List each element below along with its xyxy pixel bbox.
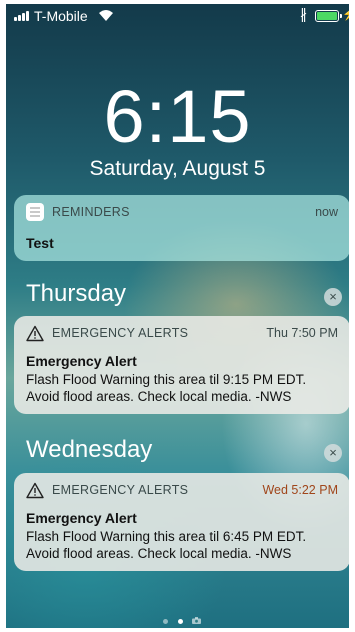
- notification-app-name: EMERGENCY ALERTS: [52, 326, 189, 340]
- notification-title: Test: [26, 235, 54, 251]
- notification-time: Thu 7:50 PM: [266, 326, 338, 340]
- warning-triangle-icon: [26, 482, 44, 499]
- notification-title: Emergency Alert: [26, 353, 137, 369]
- notification-header: EMERGENCY ALERTS Thu 7:50 PM: [26, 325, 338, 343]
- page-dot-active: [178, 619, 183, 624]
- notification-header: EMERGENCY ALERTS Wed 5:22 PM: [26, 482, 338, 500]
- warning-triangle-icon: [26, 325, 44, 342]
- page-indicator[interactable]: [6, 616, 349, 626]
- notification-app-name: EMERGENCY ALERTS: [52, 483, 189, 497]
- carrier-name: T-Mobile: [34, 8, 88, 24]
- notification-time: now: [315, 205, 338, 219]
- reminders-app-icon: [26, 203, 44, 221]
- notification-title: Emergency Alert: [26, 510, 137, 526]
- section-header-thursday: Thursday: [26, 280, 127, 307]
- battery-icon: [315, 10, 342, 22]
- bluetooth-icon: ∦: [300, 6, 307, 22]
- notification-app-name: REMINDERS: [52, 205, 130, 219]
- camera-icon: [192, 617, 201, 624]
- emergency-alert-notification[interactable]: EMERGENCY ALERTS Thu 7:50 PM Emergency A…: [14, 316, 349, 414]
- emergency-alert-notification[interactable]: EMERGENCY ALERTS Wed 5:22 PM Emergency A…: [14, 473, 349, 571]
- notification-body: Flash Flood Warning this area til 9:15 P…: [26, 372, 307, 404]
- clock-date: Saturday, August 5: [89, 157, 266, 180]
- clear-wednesday-button[interactable]: ×: [324, 444, 342, 462]
- section-header-wednesday: Wednesday: [26, 436, 153, 463]
- reminder-notification[interactable]: REMINDERS now Test: [14, 195, 349, 261]
- status-bar: T-Mobile ∦ ⚡: [6, 4, 349, 26]
- notification-time: Wed 5:22 PM: [262, 483, 338, 497]
- clock-time: 6:15: [103, 75, 252, 158]
- notification-body: Flash Flood Warning this area til 6:45 P…: [26, 529, 307, 561]
- wifi-icon: [99, 10, 113, 21]
- notification-header: REMINDERS now: [26, 203, 338, 222]
- lock-screen: T-Mobile ∦ ⚡ 6:15 Saturday, August 5 REM…: [6, 4, 349, 628]
- charging-icon: ⚡: [342, 7, 349, 21]
- clear-thursday-button[interactable]: ×: [324, 288, 342, 306]
- page-dot: [163, 619, 168, 624]
- battery-level: [317, 12, 337, 20]
